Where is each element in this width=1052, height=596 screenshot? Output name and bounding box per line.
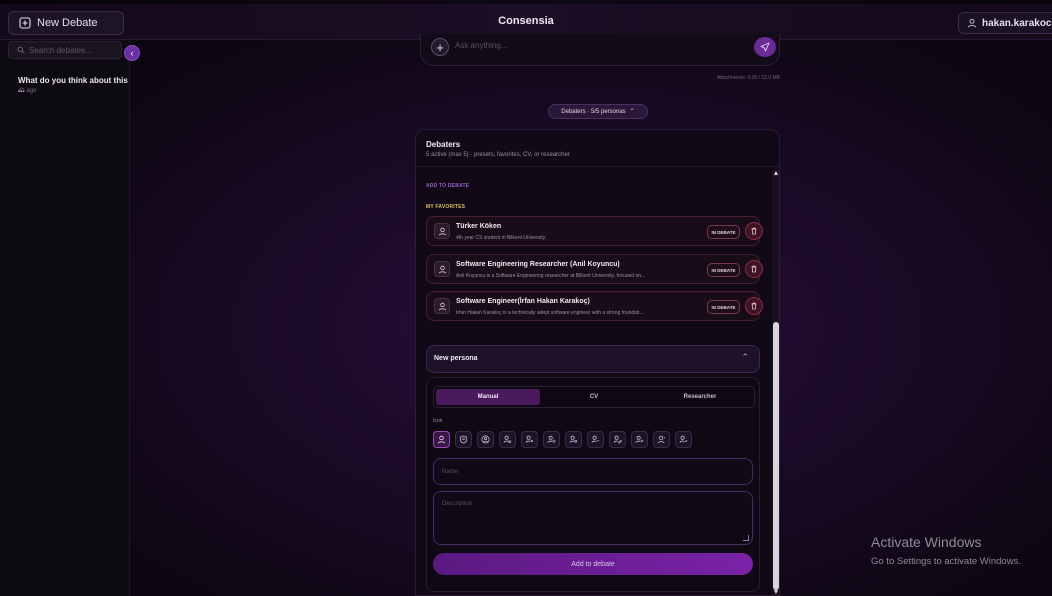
app-title: Consensia [498, 15, 554, 27]
resize-handle-icon[interactable] [743, 535, 749, 541]
persona-description-input[interactable]: Description [433, 491, 753, 545]
delete-favorite-button[interactable] [745, 297, 763, 315]
icon-label: Icon [433, 418, 443, 424]
persona-icon [434, 261, 450, 277]
user-icon [967, 18, 977, 28]
shield-user-icon [459, 435, 468, 444]
collapse-sidebar-button[interactable]: ‹ [124, 45, 140, 61]
user-minus-icon [591, 435, 600, 443]
user-check-icon [679, 435, 688, 443]
scrollbar-thumb[interactable] [773, 322, 779, 590]
debaters-toggle-label: Debaters · 5/5 personas [561, 108, 626, 115]
user-icon-option[interactable] [433, 431, 450, 448]
delete-favorite-button[interactable] [745, 260, 763, 278]
user-star-icon-option[interactable] [543, 431, 560, 448]
my-favorites-label: MY FAVORITES [426, 204, 466, 210]
user-x-icon [525, 435, 534, 443]
user-check-icon-option[interactable] [675, 431, 692, 448]
user-search-icon-option[interactable] [565, 431, 582, 448]
user-cog-icon-option[interactable] [499, 431, 516, 448]
tab-researcher[interactable]: Researcher [648, 389, 752, 405]
new-persona-header[interactable]: New persona ⌃ [426, 345, 760, 373]
debaters-panel: Debaters 5 active (max 5) · presets, fav… [415, 129, 780, 596]
favorite-card[interactable]: Türker Köken 4th year CS student in Bilk… [426, 216, 763, 246]
user-label: hakan.karakoc@u... [982, 17, 1052, 29]
attachments-info: Attachments: 0.00 / 12.0 MB [716, 75, 780, 81]
panel-subtitle: 5 active (max 5) · presets, favorites, C… [426, 152, 570, 158]
in-debate-badge[interactable]: IN DEBATE [707, 225, 740, 239]
persona-name-placeholder: Name [442, 469, 459, 475]
favorite-description: İrfan Hakan Karakoç is a technically ade… [456, 310, 644, 316]
circle-user-icon-option[interactable] [477, 431, 494, 448]
icon-picker [433, 431, 692, 449]
delete-favorite-button[interactable] [745, 222, 763, 240]
composer: + Ask anything... [420, 34, 780, 66]
new-persona-form: Manual CV Researcher Icon Name Descripti… [426, 377, 760, 592]
search-placeholder: Search debates... [29, 45, 92, 55]
user-plus-icon [635, 435, 644, 443]
user-round-icon [657, 435, 665, 444]
panel-header: Debaters 5 active (max 5) · presets, fav… [416, 130, 779, 167]
plus-icon: + [436, 39, 444, 55]
panel-title: Debaters [426, 140, 461, 149]
user-pen-icon [613, 435, 622, 444]
user-menu-button[interactable]: hakan.karakoc@u... [958, 12, 1052, 34]
add-to-debate-button[interactable]: Add to debate [433, 553, 753, 575]
ask-input[interactable]: Ask anything... [455, 41, 507, 50]
user-plus-icon-option[interactable] [631, 431, 648, 448]
sidebar: Search debates... What do you think abou… [0, 40, 130, 596]
user-minus-icon-option[interactable] [587, 431, 604, 448]
persona-description-placeholder: Description [442, 501, 473, 507]
persona-source-tabs: Manual CV Researcher [433, 386, 755, 408]
in-debate-badge[interactable]: IN DEBATE [707, 263, 740, 277]
user-icon [437, 435, 446, 444]
favorite-card[interactable]: Software Engineer(İrfan Hakan Karakoç) İ… [426, 291, 763, 321]
tab-cv[interactable]: CV [542, 389, 646, 405]
send-icon [760, 42, 770, 52]
user-cog-icon [503, 435, 512, 444]
send-button[interactable] [754, 37, 776, 57]
favorite-description: Anil Koyuncu is a Software Engineering r… [456, 273, 646, 279]
persona-icon [434, 223, 450, 239]
activate-windows-subtitle: Go to Settings to activate Windows. [871, 556, 1021, 567]
persona-icon [434, 298, 450, 314]
trash-icon [751, 302, 757, 310]
circle-user-icon [481, 435, 490, 444]
favorite-name: Software Engineering Researcher (Anil Ko… [456, 261, 620, 268]
persona-name-input[interactable]: Name [433, 458, 753, 485]
app-window: New Debate Consensia hakan.karakoc@u... … [0, 0, 1052, 596]
chevron-up-icon: ⌃ [629, 109, 635, 115]
trash-icon [751, 265, 757, 273]
user-search-icon [569, 435, 577, 443]
conversation-item-time: 4h ago [18, 88, 37, 94]
scroll-up-icon[interactable]: ▲ [772, 170, 779, 178]
favorite-name: Software Engineer(İrfan Hakan Karakoç) [456, 298, 590, 305]
shield-icon-option[interactable] [455, 431, 472, 448]
user-x-icon-option[interactable] [521, 431, 538, 448]
favorite-card[interactable]: Software Engineering Researcher (Anil Ko… [426, 254, 763, 284]
add-to-debate-label: ADD TO DEBATE [426, 183, 470, 189]
scrollbar[interactable]: ▲ ▼ [772, 170, 779, 595]
scroll-down-icon[interactable]: ▼ [772, 589, 779, 595]
attach-button[interactable]: + [431, 38, 449, 56]
chevron-up-icon: ⌃ [741, 352, 749, 362]
activate-windows-title: Activate Windows [871, 534, 982, 550]
favorite-name: Türker Köken [456, 223, 502, 230]
chevron-left-icon: ‹ [130, 48, 134, 58]
user-pen-icon-option[interactable] [609, 431, 626, 448]
search-input[interactable]: Search debates... [8, 41, 122, 59]
in-debate-badge[interactable]: IN DEBATE [707, 300, 740, 314]
search-icon [17, 46, 25, 54]
debaters-toggle[interactable]: Debaters · 5/5 personas ⌃ [548, 104, 648, 119]
trash-icon [751, 227, 757, 235]
favorite-description: 4th year CS student in Bilkent Universit… [456, 235, 547, 241]
user-round-icon-option[interactable] [653, 431, 670, 448]
user-star-icon [547, 435, 556, 443]
tab-manual[interactable]: Manual [436, 389, 540, 405]
new-persona-title: New persona [434, 355, 478, 362]
